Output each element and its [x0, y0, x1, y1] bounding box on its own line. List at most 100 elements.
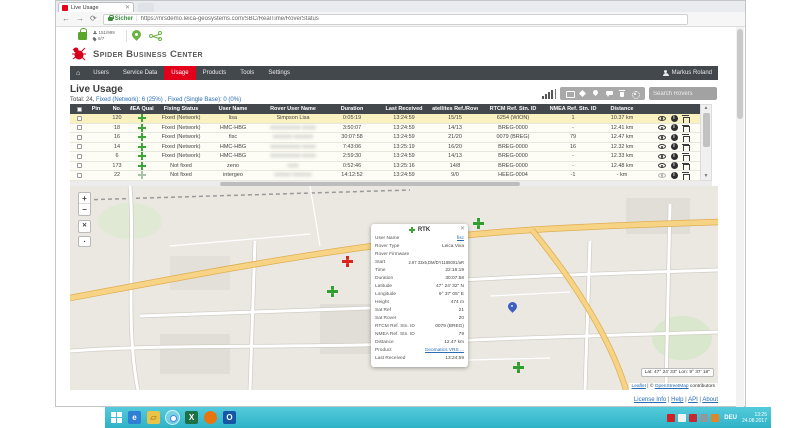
chrome-icon[interactable] — [166, 411, 179, 424]
view-eye-icon[interactable] — [658, 116, 666, 121]
page-scrollbar-thumb[interactable] — [737, 29, 743, 119]
forward-icon[interactable]: → — [76, 15, 84, 23]
scroll-up-icon[interactable]: ▲ — [702, 105, 710, 112]
view-eye-icon[interactable] — [658, 154, 666, 159]
table-row[interactable]: 18Fixed (Network)HMC-HBGxxxxxxxxxxx xxxx… — [70, 124, 700, 134]
nav-item-usage[interactable]: Usage — [164, 66, 195, 80]
table-row[interactable]: 120Fixed (Network)lisaSimpson Lisa0:05:1… — [70, 114, 700, 124]
monitor-view-icon[interactable] — [566, 90, 574, 98]
row-checkbox[interactable] — [77, 135, 82, 140]
message-icon[interactable] — [605, 90, 613, 98]
column-header[interactable]: Duration — [328, 104, 376, 114]
ie-icon[interactable]: e — [128, 411, 141, 424]
home-icon[interactable]: ⌂ — [70, 70, 86, 77]
column-header[interactable]: No. — [104, 104, 130, 114]
tray-icon-flag[interactable] — [678, 414, 686, 422]
nav-item-service-data[interactable]: Service Data — [116, 66, 164, 80]
row-checkbox[interactable] — [77, 154, 82, 159]
info-icon[interactable]: i — [671, 143, 678, 150]
nav-item-tools[interactable]: Tools — [233, 66, 261, 80]
license-info-link[interactable]: License Info — [634, 397, 666, 403]
leaflet-link[interactable]: Leaflet — [632, 384, 646, 389]
tray-icon-shield[interactable] — [689, 414, 697, 422]
column-header[interactable] — [646, 104, 700, 114]
column-header[interactable]: Satellites Ref./Rover — [432, 104, 478, 114]
start-button-icon[interactable] — [111, 412, 122, 423]
delete-row-icon[interactable] — [683, 134, 689, 141]
popup-close-icon[interactable]: ✕ — [460, 225, 465, 232]
tray-icon-red[interactable] — [667, 414, 675, 422]
row-checkbox[interactable] — [77, 173, 82, 178]
info-icon[interactable]: i — [671, 172, 678, 179]
view-eye-icon[interactable] — [658, 135, 666, 140]
column-header[interactable]: Fixing Status — [154, 104, 208, 114]
language-indicator[interactable]: DEU — [724, 415, 737, 421]
column-header[interactable]: Rover User Name — [258, 104, 328, 114]
column-header[interactable]: NMEA Ref. Stn. ID — [548, 104, 598, 114]
tray-icon-orange[interactable] — [711, 414, 719, 422]
map-close-tool-button[interactable]: ✕ — [79, 221, 90, 232]
nav-item-settings[interactable]: Settings — [261, 66, 297, 80]
osm-link[interactable]: OpenStreetMap — [655, 384, 689, 389]
explorer-folder-icon[interactable]: ▱ — [147, 411, 160, 424]
zoom-out-button[interactable]: − — [79, 204, 90, 215]
browser-tab[interactable]: Live Usage ✕ — [58, 2, 134, 12]
delete-row-icon[interactable] — [683, 125, 689, 132]
info-icon[interactable]: i — [671, 124, 678, 131]
row-checkbox-cell[interactable] — [70, 143, 88, 152]
table-row[interactable]: 16Fixed (Network)fiscxxxxxxx xxxxxxx30:0… — [70, 133, 700, 143]
popup-row-value[interactable]: fisc — [457, 235, 464, 243]
view-eye-icon[interactable] — [658, 173, 666, 178]
search-input[interactable] — [649, 87, 717, 100]
map-view-icon[interactable] — [592, 90, 600, 98]
back-icon[interactable]: ← — [62, 15, 70, 23]
api-link[interactable]: API — [688, 397, 698, 403]
about-link[interactable]: About — [702, 397, 718, 403]
row-checkbox[interactable] — [77, 163, 82, 168]
settings-gear-icon[interactable] — [631, 90, 639, 98]
delete-icon[interactable] — [618, 90, 626, 98]
diamond-view-icon[interactable] — [579, 90, 587, 98]
column-header[interactable]: RTCM Ref. Stn. ID — [478, 104, 548, 114]
delete-row-icon[interactable] — [683, 115, 689, 122]
column-header[interactable]: Distance — [598, 104, 646, 114]
delete-row-icon[interactable] — [683, 163, 689, 170]
view-eye-icon[interactable] — [658, 144, 666, 149]
scroll-down-icon[interactable]: ▼ — [702, 173, 710, 180]
view-eye-icon[interactable] — [658, 163, 666, 168]
page-scrollbar[interactable] — [736, 27, 744, 407]
table-row[interactable]: 22Not fixedintergeoxxxxxx xxxxxxx14:12:5… — [70, 171, 700, 181]
delete-row-icon[interactable] — [683, 172, 689, 179]
row-checkbox-cell[interactable] — [70, 124, 88, 133]
row-checkbox-cell[interactable] — [70, 133, 88, 142]
user-menu[interactable]: Markus Roland — [663, 70, 718, 76]
table-row[interactable]: 6Fixed (Network)HMC-HBGxxxxxxxxxxx xxxxx… — [70, 152, 700, 162]
select-all-checkbox[interactable] — [77, 107, 82, 112]
new-tab-button[interactable] — [138, 3, 154, 12]
column-header[interactable]: Pin — [88, 104, 104, 114]
table-vscrollbar-thumb[interactable] — [703, 113, 710, 147]
table-vscrollbar[interactable]: ▲ ▼ — [700, 104, 712, 181]
info-icon[interactable]: i — [671, 162, 678, 169]
nav-item-users[interactable]: Users — [86, 66, 116, 80]
signal-bars-icon[interactable] — [542, 89, 556, 99]
tray-icon-gray[interactable] — [700, 414, 708, 422]
delete-row-icon[interactable] — [683, 144, 689, 151]
summary-fixed-network[interactable]: Fixed (Network): 6 (25%) — [96, 97, 163, 103]
row-checkbox-cell[interactable] — [70, 114, 88, 123]
row-checkbox-cell[interactable] — [70, 162, 88, 171]
popup-row-value[interactable]: Geomatics VRS ... — [425, 347, 464, 355]
taskbar-clock[interactable]: 13:2524.08.2017 — [742, 412, 767, 424]
map-box-select-button[interactable]: ▪ — [79, 237, 90, 248]
column-header[interactable]: User Name — [208, 104, 258, 114]
address-bar[interactable]: Sicher | https://nrsdemo.leica-geosystem… — [103, 14, 688, 25]
column-header[interactable]: NMEA Quality — [130, 104, 154, 114]
outlook-icon[interactable]: O — [223, 411, 236, 424]
help-link[interactable]: Help — [671, 397, 683, 403]
row-checkbox[interactable] — [77, 125, 82, 130]
summary-fixed-single[interactable]: Fixed (Single Base): 0 (0%) — [168, 97, 241, 103]
map-pin-icon[interactable] — [132, 30, 141, 42]
network-status-icon[interactable] — [149, 31, 162, 41]
column-header[interactable]: Last Received — [376, 104, 432, 114]
column-header[interactable] — [70, 104, 88, 114]
